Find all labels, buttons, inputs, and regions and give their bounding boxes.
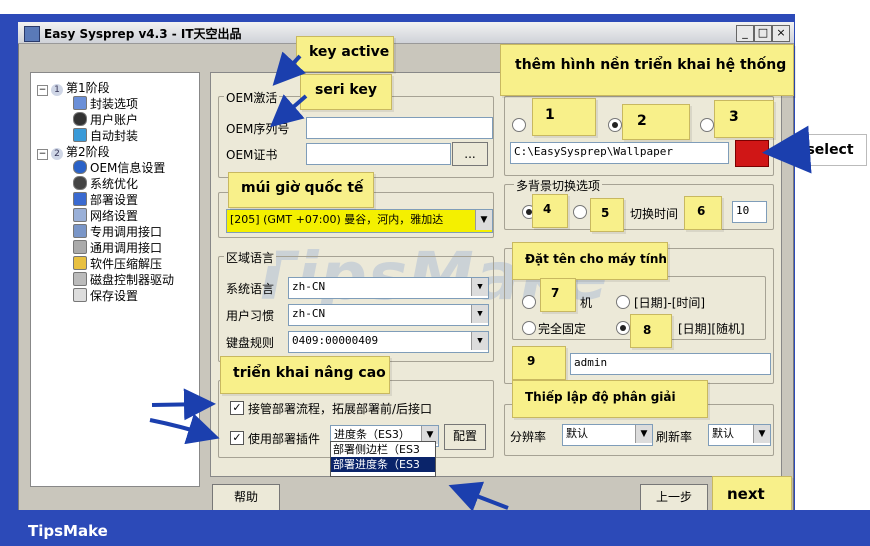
footer-bar: TipsMake [0,510,870,546]
arrow-advanced-2 [149,413,220,445]
arrow-bottom [448,481,509,512]
arrow-seri-key [269,94,308,128]
annotation-arrows [149,51,812,512]
arrow-key-active [272,51,307,86]
footer-brand: TipsMake [28,522,108,540]
arrow-select [762,125,812,174]
arrow-advanced-1 [151,388,216,421]
